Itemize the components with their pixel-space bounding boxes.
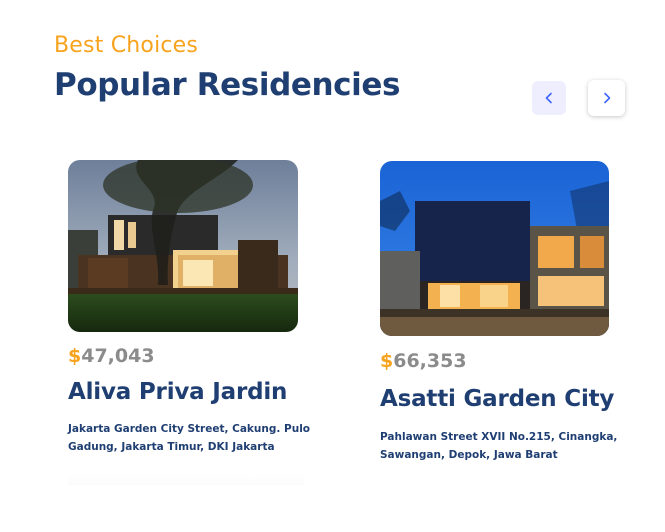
next-button[interactable] — [588, 80, 625, 116]
residency-image — [68, 160, 298, 332]
price-value: 47,043 — [81, 345, 155, 367]
price: $47,043 — [68, 345, 308, 367]
price-value: 66,353 — [393, 350, 467, 372]
currency-symbol: $ — [68, 345, 82, 367]
section-title: Popular Residencies — [54, 67, 401, 103]
currency-symbol: $ — [380, 350, 394, 372]
chevron-left-icon — [545, 92, 552, 104]
residency-card[interactable]: $66,353 Asatti Garden City Pahlawan Stre… — [380, 161, 620, 464]
residency-name: Asatti Garden City — [380, 386, 615, 412]
residency-name: Aliva Priva Jardin — [68, 379, 288, 405]
residency-card[interactable]: $47,043 Aliva Priva Jardin Jakarta Garde… — [68, 160, 310, 456]
residency-address: Pahlawan Street XVII No.215, Cinangka, S… — [380, 431, 618, 461]
section-eyebrow: Best Choices — [54, 33, 199, 58]
residency-address: Jakarta Garden City Street, Cakung. Pulo… — [68, 423, 311, 453]
price: $66,353 — [380, 350, 620, 372]
prev-button[interactable] — [532, 81, 566, 115]
card-shadow — [68, 475, 304, 485]
residency-image — [380, 161, 609, 336]
chevron-right-icon — [603, 92, 610, 104]
